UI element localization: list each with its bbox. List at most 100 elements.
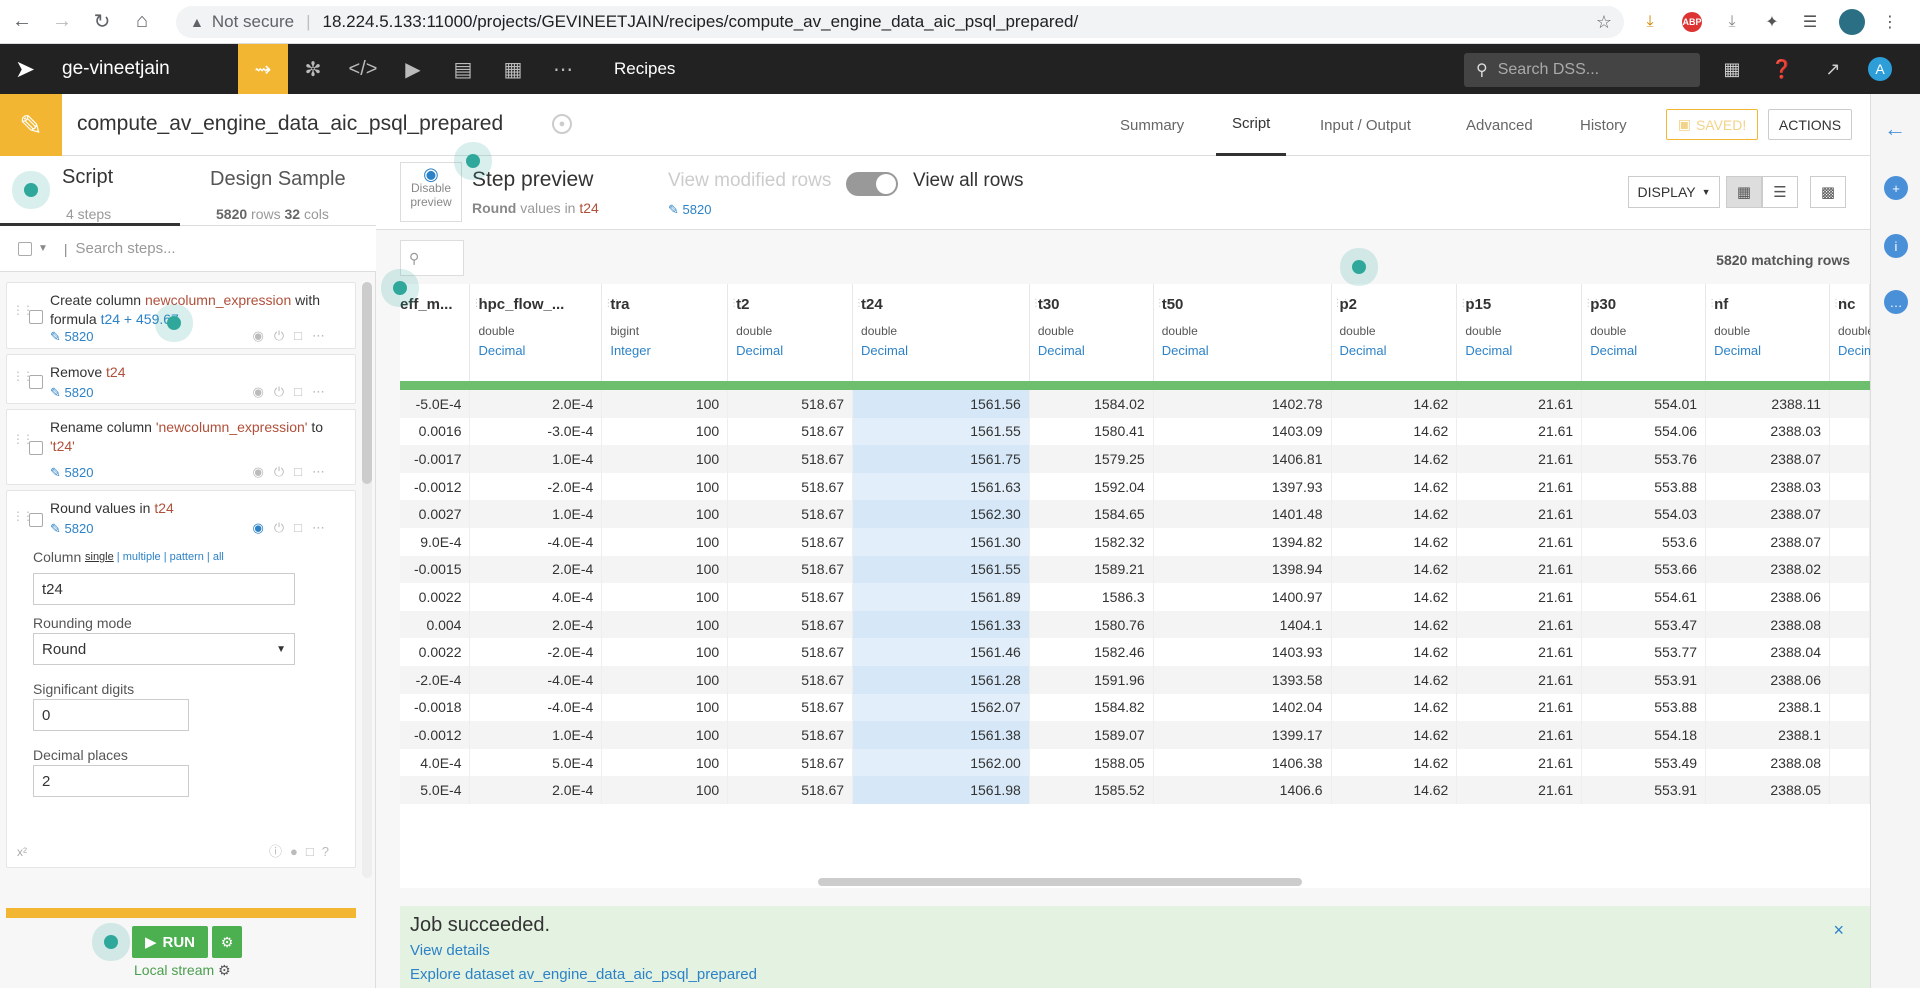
table-cell[interactable]: 1582.32 [1029,527,1154,556]
table-cell[interactable]: 1588.05 [1029,748,1154,777]
table-cell[interactable]: 21.61 [1456,472,1583,501]
table-cell[interactable]: -0.0017 [400,445,471,473]
mode-multiple-link[interactable]: multiple [123,551,161,563]
step-actions[interactable]: ◉⏻□⋯ [253,464,336,480]
step-actions[interactable]: ◉⏻□⋯ [253,520,336,536]
table-cell[interactable]: 2388.1 [1705,721,1830,749]
extension-download-icon[interactable]: ⤓ [1718,8,1746,36]
table-row[interactable]: -0.0015 2.0E-4 100 518.67 1561.55 1589.21 1398… [400,555,1870,584]
table-cell[interactable]: 21.61 [1456,527,1583,556]
table-cell[interactable]: 554.03 [1581,500,1707,528]
table-cell[interactable] [1829,610,1870,639]
table-cell[interactable]: 518.67 [727,527,854,556]
table-cell[interactable]: 1561.98 [852,776,1030,804]
table-cell[interactable]: 100 [601,748,729,777]
project-name[interactable]: ge-vineetjain [62,58,238,80]
table-cell[interactable]: 100 [601,665,729,694]
table-cell[interactable]: 1561.46 [852,638,1030,666]
table-cell[interactable] [1829,472,1870,501]
table-cell[interactable]: 1.0E-4 [469,500,603,528]
table-cell[interactable]: 1562.07 [852,693,1030,722]
table-cell[interactable]: 2388.08 [1705,610,1830,639]
table-cell[interactable]: 518.67 [727,555,854,584]
table-cell[interactable]: 21.61 [1456,665,1583,694]
table-cell[interactable]: 554.18 [1581,721,1707,749]
table-cell[interactable]: 1406.6 [1153,776,1332,804]
table-cell[interactable]: 0.004 [400,610,471,639]
rounding-mode-select[interactable]: Round ▼ [33,633,295,665]
view-all-rows-label[interactable]: View all rows [913,170,1024,192]
table-cell[interactable]: 518.67 [727,445,854,473]
table-view-icon[interactable]: ▦ [1726,176,1762,208]
table-cell[interactable]: 1561.33 [852,610,1030,639]
step-card-remove[interactable]: ⋮⋮ Remove t24 ✎ 5820 ◉⏻□⋯ [6,354,356,404]
table-cell[interactable]: 14.62 [1331,583,1458,611]
table-cell[interactable]: 100 [601,500,729,528]
table-cell[interactable]: 518.67 [727,583,854,611]
table-cell[interactable]: 21.61 [1456,417,1583,446]
table-cell[interactable]: 2388.07 [1705,527,1830,556]
chevron-down-icon[interactable]: ▼ [38,243,48,254]
table-cell[interactable]: 2.0E-4 [469,776,603,804]
step-checkbox[interactable] [29,513,43,527]
download-icon[interactable]: ⤓ [1636,8,1664,36]
column-header-p30[interactable]: ⋮⋮ p30 double Decimal [1581,284,1707,381]
chart-view-icon[interactable]: ▩ [1810,176,1846,208]
trend-icon[interactable]: ↗ [1816,53,1850,85]
profile-avatar-icon[interactable] [1838,8,1866,36]
select-all-checkbox[interactable] [18,241,32,256]
tab-history[interactable]: History [1580,94,1627,156]
table-cell[interactable]: 21.61 [1456,748,1583,777]
table-cell[interactable]: 2388.05 [1705,776,1830,804]
table-cell[interactable]: -2.0E-4 [469,472,603,501]
table-cell[interactable]: 5.0E-4 [400,776,471,804]
table-cell[interactable]: 1562.30 [852,500,1030,528]
tab-script[interactable]: Script [1216,94,1287,156]
column-meaning[interactable]: Decimal [1162,343,1209,358]
table-cell[interactable]: 554.61 [1581,583,1707,611]
column-header-nc[interactable]: ⋮⋮ncdoubleDecim [1829,284,1870,381]
table-cell[interactable]: 1403.09 [1153,417,1332,446]
table-cell[interactable]: 100 [601,721,729,749]
table-cell[interactable]: 100 [601,555,729,584]
table-cell[interactable]: 14.62 [1331,417,1458,446]
table-cell[interactable]: 1398.94 [1153,555,1332,584]
jobs-icon[interactable]: ✼ [288,44,338,94]
column-header-tra[interactable]: ⋮⋮ tra bigint Integer [601,284,729,381]
explore-dataset-link[interactable]: Explore dataset av_engine_data_aic_psql_… [410,966,757,983]
table-row[interactable]: 0.0027 1.0E-4 100 518.67 1562.30 1584.65 1401.… [400,500,1870,528]
table-cell[interactable]: 1401.48 [1153,500,1332,528]
extensions-puzzle-icon[interactable]: ✦ [1758,8,1786,36]
table-cell[interactable]: 21.61 [1456,555,1583,584]
table-cell[interactable]: 1561.38 [852,721,1030,749]
table-cell[interactable]: 2.0E-4 [469,610,603,639]
table-cell[interactable]: 554.06 [1581,417,1707,446]
step-actions[interactable]: ◉⏻□⋯ [253,384,336,400]
table-cell[interactable]: -4.0E-4 [469,527,603,556]
table-row[interactable]: 5.0E-4 2.0E-4 100 518.67 1561.98 1585.52 1406.… [400,776,1870,804]
table-cell[interactable]: 1561.75 [852,445,1030,473]
table-cell[interactable]: 2388.07 [1705,500,1830,528]
table-cell[interactable]: 1589.21 [1029,555,1154,584]
table-cell[interactable]: 518.67 [727,638,854,666]
column-header-p2[interactable]: ⋮⋮ p2 double Decimal [1331,284,1458,381]
table-cell[interactable]: 4.0E-4 [469,583,603,611]
table-cell[interactable]: -5.0E-4 [400,390,471,418]
add-icon[interactable]: + [1884,176,1908,200]
table-cell[interactable]: 14.62 [1331,445,1458,473]
table-cell[interactable]: 1584.82 [1029,693,1154,722]
adblock-icon[interactable]: ABP [1678,8,1706,36]
collapse-arrow-icon[interactable]: ← [1884,116,1906,142]
table-cell[interactable]: 9.0E-4 [400,527,471,556]
recipe-title[interactable]: compute_av_engine_data_aic_psql_prepared [77,112,503,136]
table-cell[interactable]: 1561.28 [852,665,1030,694]
table-cell[interactable]: 1591.96 [1029,665,1154,694]
table-cell[interactable]: 2388.02 [1705,555,1830,584]
column-meaning[interactable]: Decimal [1714,343,1761,358]
table-row[interactable]: 0.004 2.0E-4 100 518.67 1561.33 1580.76 1404.1… [400,610,1870,639]
table-cell[interactable]: 1404.1 [1153,610,1332,639]
table-cell[interactable]: 100 [601,638,729,666]
column-header-t24[interactable]: ⋮⋮ t24 double Decimal [852,284,1030,381]
browser-menu-icon[interactable]: ⋮ [1876,8,1904,36]
view-modified-rows-label[interactable]: View modified rows [668,170,831,192]
